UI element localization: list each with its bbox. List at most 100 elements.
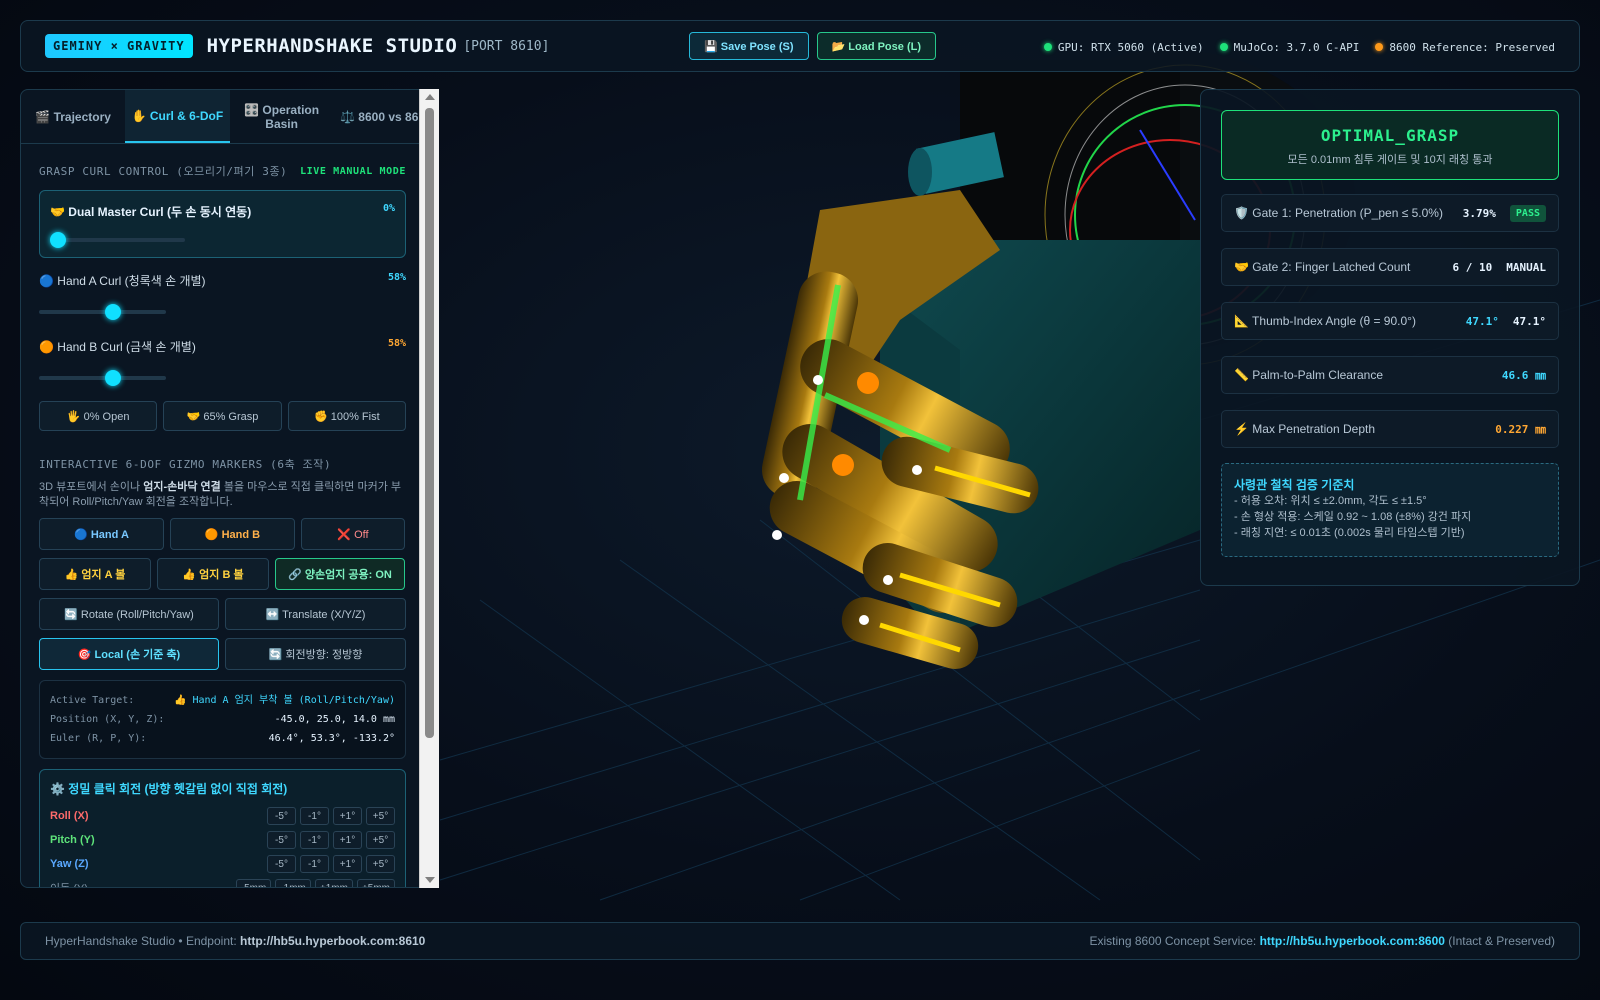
status-mujoco: MuJoCo: 3.7.0 C-API (1219, 40, 1360, 54)
clearance-values: 46.6 ㎜ (1502, 367, 1546, 383)
gate-finger-latched: 🤝 Gate 2: Finger Latched Count 6 / 10 MA… (1221, 248, 1559, 286)
roll-plus1-button[interactable]: +1° (333, 807, 362, 825)
euler-value: 46.4°, 53.3°, -133.2° (268, 733, 395, 744)
control-panel: 🎬 Trajectory ✋ Curl & 6-DoF 🎛️ Operation… (20, 89, 439, 888)
grasp-state-box: OPTIMAL_GRASP 모든 0.01mm 침투 게이트 및 10지 래칭 … (1221, 110, 1559, 180)
move-plus5-button[interactable]: +5mm (356, 879, 395, 887)
thumb-share-toggle[interactable]: 🔗 양손엄지 공용: ON (275, 558, 405, 590)
master-curl-value: 0% (382, 203, 395, 214)
gizmo-off-button[interactable]: ❌ Off (301, 518, 405, 550)
palm-clearance: 📏 Palm-to-Palm Clearance 46.6 ㎜ (1221, 356, 1559, 394)
master-curl-label: 🤝 Dual Master Curl (두 손 동시 연동) (50, 205, 252, 219)
status-gpu-text: GPU: RTX 5060 (Active) (1057, 40, 1204, 54)
panel-scrollbar[interactable] (419, 89, 439, 888)
status-reference-text: 8600 Reference: Preserved (1389, 40, 1555, 54)
depth-values: 0.227 ㎜ (1495, 421, 1546, 437)
local-space-button[interactable]: 🎯 Local (손 기준 축) (39, 638, 219, 670)
thumb-b-ball-button[interactable]: 👍 엄지 B 볼 (157, 558, 269, 590)
pitch-minus1-button[interactable]: -1° (300, 831, 329, 849)
gate2-mode: MANUAL (1506, 260, 1546, 274)
footer-endpoint-label: HyperHandshake Studio • Endpoint: (45, 934, 240, 948)
footer-reference-link[interactable]: http://hb5u.hyperbook.com:8600 (1260, 934, 1445, 948)
status-dot-icon (1375, 43, 1384, 51)
status-dot-icon (1043, 43, 1052, 51)
pitch-plus5-button[interactable]: +5° (366, 831, 395, 849)
grasp-state-title: OPTIMAL_GRASP (1320, 126, 1460, 145)
hand-a-curl-slider-thumb[interactable] (104, 304, 121, 320)
gizmo-hand-a-button[interactable]: 🔵 Hand A (39, 518, 164, 550)
status-mujoco-text: MuJoCo: 3.7.0 C-API (1233, 40, 1360, 54)
yaw-minus5-button[interactable]: -5° (267, 855, 296, 873)
translate-y-steps: -5mm -1mm +1mm +5mm (235, 879, 395, 887)
euler-row: Euler (R, P, Y): 46.4°, 53.3°, -133.2° (50, 729, 395, 748)
tab-trajectory[interactable]: 🎬 Trajectory (21, 90, 125, 143)
yaw-steps: -5° -1° +1° +5° (267, 855, 395, 873)
save-pose-button[interactable]: 💾 Save Pose (S) (689, 32, 809, 60)
hand-b-curl-header: 🟠 Hand B Curl (금색 손 개별) 58% (39, 338, 406, 355)
yaw-plus5-button[interactable]: +5° (366, 855, 395, 873)
pitch-plus1-button[interactable]: +1° (333, 831, 362, 849)
gizmo-section-header: INTERACTIVE 6-DOF GIZMO MARKERS (6축 조작) (39, 456, 406, 472)
hand-a-curl: 🔵 Hand A Curl (청록색 손 개별) 58% (39, 272, 406, 320)
tab-bar: 🎬 Trajectory ✋ Curl & 6-DoF 🎛️ Operation… (21, 90, 438, 144)
gizmo-thumb-row: 👍 엄지 A 볼 👍 엄지 B 볼 🔗 양손엄지 공용: ON (39, 558, 406, 590)
move-plus1-button[interactable]: +1mm (314, 879, 353, 887)
scroll-up-icon[interactable] (425, 94, 435, 100)
gizmo-hand-b-button[interactable]: 🟠 Hand B (170, 518, 295, 550)
translate-mode-button[interactable]: ↔️ Translate (X/Y/Z) (225, 598, 406, 630)
header-actions: 💾 Save Pose (S) 📂 Load Pose (L) (689, 32, 936, 60)
clearance-label: 📏 Palm-to-Palm Clearance (1234, 368, 1383, 382)
tab-operation-basin[interactable]: 🎛️ Operation Basin (230, 90, 334, 143)
roll-row: Roll (X) -5° -1° +1° +5° (50, 807, 395, 825)
translate-y-row: 이동 (Y) -5mm -1mm +1mm +5mm (50, 879, 395, 887)
curl-presets: 🖐️ 0% Open 🤝 65% Grasp ✊ 100% Fist (39, 401, 406, 431)
yaw-minus1-button[interactable]: -1° (300, 855, 329, 873)
position-value: -45.0, 25.0, 14.0 mm (274, 714, 395, 725)
roll-steps: -5° -1° +1° +5° (267, 807, 395, 825)
hand-b-curl-slider[interactable] (39, 370, 166, 386)
precision-rotation-box: ⚙️ 정밀 클릭 회전 (방향 헷갈림 없이 직접 회전) Roll (X) -… (39, 769, 406, 887)
scroll-thumb[interactable] (425, 108, 434, 738)
status-row: GPU: RTX 5060 (Active) MuJoCo: 3.7.0 C-A… (1043, 21, 1555, 73)
master-curl-slider[interactable] (50, 232, 185, 248)
rotate-mode-button[interactable]: 🔄 Rotate (Roll/Pitch/Yaw) (39, 598, 219, 630)
pitch-label: Pitch (Y) (50, 834, 95, 846)
footer: HyperHandshake Studio • Endpoint: http:/… (20, 922, 1580, 960)
move-minus1-button[interactable]: -1mm (275, 879, 311, 887)
hand-b-curl-label: 🟠 Hand B Curl (금색 손 개별) (39, 340, 196, 354)
footer-endpoint-link[interactable]: http://hb5u.hyperbook.com:8610 (240, 934, 425, 948)
preset-grasp-button[interactable]: 🤝 65% Grasp (163, 401, 282, 431)
hand-a-curl-slider[interactable] (39, 304, 166, 320)
gate2-values: 6 / 10 MANUAL (1453, 261, 1547, 274)
gizmo-target-row: 🔵 Hand A 🟠 Hand B ❌ Off (39, 518, 406, 550)
move-minus5-button[interactable]: -5mm (235, 879, 272, 887)
scroll-down-icon[interactable] (425, 877, 435, 883)
grasp-state-subtitle: 모든 0.01mm 침투 게이트 및 10지 래칭 통과 (1287, 154, 1493, 166)
app-title: HYPERHANDSHAKE STUDIO (206, 35, 458, 57)
criteria-tolerance: - 허용 오차: 위치 ≤ ±2.0mm, 각도 ≤ ±1.5° (1234, 495, 1427, 507)
precision-rotation-title: ⚙️ 정밀 클릭 회전 (방향 헷갈림 없이 직접 회전) (50, 782, 288, 796)
thumb-a-ball-button[interactable]: 👍 엄지 A 볼 (39, 558, 151, 590)
footer-endpoint: HyperHandshake Studio • Endpoint: http:/… (45, 934, 425, 948)
preset-fist-button[interactable]: ✊ 100% Fist (287, 401, 406, 431)
tab-curl-6dof[interactable]: ✋ Curl & 6-DoF (125, 90, 230, 143)
roll-plus5-button[interactable]: +5° (366, 807, 395, 825)
status-dot-icon (1219, 43, 1228, 51)
load-pose-button[interactable]: 📂 Load Pose (L) (816, 32, 936, 60)
roll-minus1-button[interactable]: -1° (300, 807, 329, 825)
gizmo-description: 3D 뷰포트에서 손이나 엄지-손바닥 연결 볼을 마우스로 직접 클릭하면 마… (39, 480, 406, 510)
yaw-row: Yaw (Z) -5° -1° +1° +5° (50, 855, 395, 873)
preset-open-button[interactable]: 🖐️ 0% Open (39, 401, 158, 431)
euler-label: Euler (R, P, Y): (50, 733, 147, 744)
master-curl-slider-thumb[interactable] (50, 232, 66, 248)
active-target-row: Active Target: 👍 Hand A 엄지 부착 볼 (Roll/Pi… (50, 691, 395, 710)
hand-a-curl-label: 🔵 Hand A Curl (청록색 손 개별) (39, 274, 206, 288)
gate1-pass-badge: PASS (1509, 204, 1546, 222)
hand-b-curl-value: 58% (387, 338, 406, 349)
angle-hand-b: 47.1° (1512, 314, 1546, 328)
yaw-plus1-button[interactable]: +1° (333, 855, 362, 873)
pitch-minus5-button[interactable]: -5° (267, 831, 296, 849)
roll-minus5-button[interactable]: -5° (267, 807, 296, 825)
rotation-direction-button[interactable]: 🔄 회전방향: 정방향 (225, 638, 406, 670)
hand-b-curl-slider-thumb[interactable] (104, 370, 121, 386)
